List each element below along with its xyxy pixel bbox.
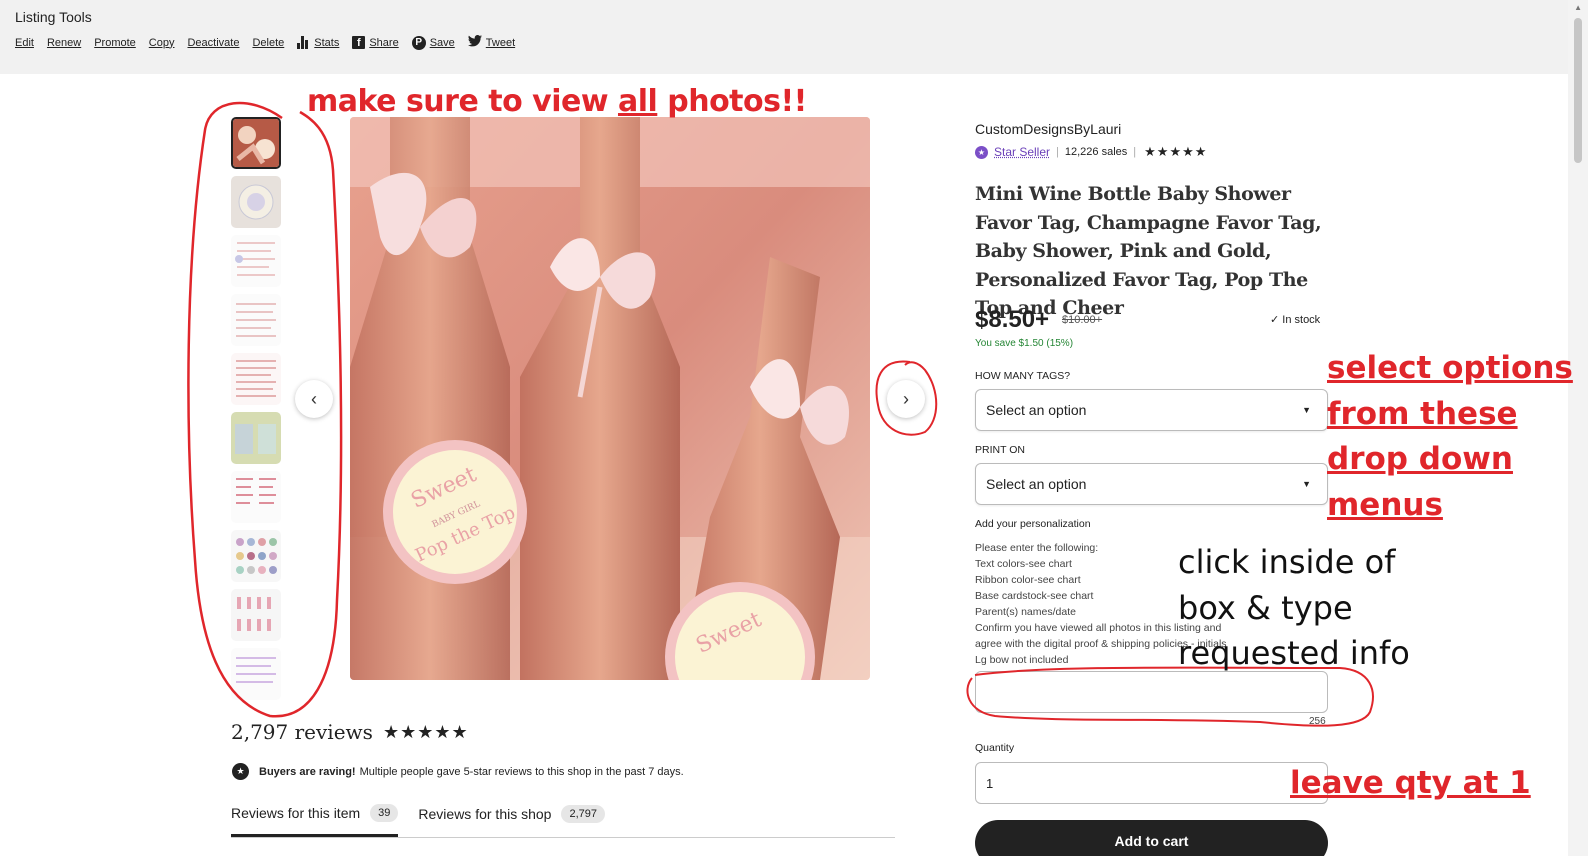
quantity-label: Quantity [975, 742, 1014, 754]
price: $8.50+ [975, 306, 1049, 334]
listing-title: Mini Wine Bottle Baby Shower Favor Tag, … [975, 180, 1325, 323]
pinterest-icon: P [412, 36, 426, 50]
tags-select-label: HOW MANY TAGS? [975, 370, 1070, 382]
tab-reviews-item[interactable]: Reviews for this item 39 [231, 800, 398, 837]
print-on-select[interactable]: Select an option ▼ [975, 463, 1328, 505]
shop-rating-stars-icon[interactable]: ★★★★★ [1144, 144, 1207, 160]
thumbnail-9[interactable] [231, 589, 281, 641]
tweet-label: Tweet [486, 37, 515, 49]
copy-link[interactable]: Copy [149, 37, 175, 49]
thumbnail-2[interactable] [231, 176, 281, 228]
personalization-textarea[interactable] [975, 671, 1328, 713]
rating-badge-icon: ★ [232, 763, 249, 780]
listing-tools-title: Listing Tools [15, 9, 92, 25]
divider: | [1056, 146, 1059, 158]
deactivate-link[interactable]: Deactivate [187, 37, 239, 49]
reviews-summary: 2,797 reviews ★★★★★ [231, 720, 469, 744]
character-counter: 256 [1309, 716, 1326, 727]
annotation-view-photos: make sure to view all photos!! [307, 84, 807, 119]
reviews-tabs: Reviews for this item 39 Reviews for thi… [231, 800, 895, 838]
seller-info: ★ Star Seller | 12,226 sales | ★★★★★ [975, 144, 1207, 160]
caret-down-icon: ▼ [1302, 405, 1311, 415]
thumbnail-10[interactable] [231, 648, 281, 700]
thumbnail-1[interactable] [231, 117, 281, 169]
twitter-icon [468, 35, 482, 50]
shop-name-link[interactable]: CustomDesignsByLauri [975, 121, 1121, 137]
annotation-line: select options [1327, 346, 1573, 392]
star-seller-icon: ★ [975, 146, 988, 159]
buyers-raving-banner: ★ Buyers are raving! Multiple people gav… [232, 763, 684, 780]
save-label: Save [430, 37, 455, 49]
scroll-thumb[interactable] [1574, 18, 1582, 163]
annotation-photos-pre: make sure to view [307, 84, 618, 119]
quantity-value: 1 [986, 776, 993, 791]
annotation-line: from these [1327, 392, 1573, 438]
thumbnail-3[interactable] [231, 235, 281, 287]
sales-count: 12,226 sales [1065, 146, 1127, 158]
tab-reviews-shop-count: 2,797 [561, 805, 605, 823]
reviews-count: 2,797 reviews [231, 720, 373, 744]
facebook-icon: f [352, 36, 365, 49]
save-link[interactable]: P Save [412, 36, 455, 50]
annotation-select-options: select options from these drop down menu… [1327, 346, 1573, 528]
add-to-cart-button[interactable]: Add to cart [975, 820, 1328, 856]
thumbnail-6[interactable] [231, 412, 281, 464]
quantity-input[interactable]: 1 [975, 762, 1328, 804]
stock-status: ✓ In stock [1270, 313, 1320, 326]
annotation-line: menus [1327, 483, 1573, 529]
previous-photo-button[interactable]: ‹ [295, 380, 333, 418]
tab-reviews-item-count: 39 [370, 804, 398, 822]
chevron-left-icon: ‹ [311, 389, 317, 410]
listing-tools-bar: Listing Tools Edit Renew Promote Copy De… [0, 0, 1568, 74]
annotation-photos-all: all [618, 84, 657, 119]
stats-label: Stats [314, 37, 339, 49]
scroll-up-arrow-icon[interactable]: ▲ [1574, 3, 1582, 12]
print-select-value: Select an option [986, 476, 1086, 492]
edit-link[interactable]: Edit [15, 37, 34, 49]
original-price: $10.00+ [1062, 314, 1102, 326]
listing-tools-links: Edit Renew Promote Copy Deactivate Delet… [15, 35, 528, 50]
renew-link[interactable]: Renew [47, 37, 81, 49]
annotation-click-inside: click inside of box & type requested inf… [1178, 540, 1410, 677]
how-many-tags-select[interactable]: Select an option ▼ [975, 389, 1328, 431]
chevron-right-icon: › [903, 389, 909, 410]
thumbnail-4[interactable] [231, 294, 281, 346]
savings-text: You save $1.50 (15%) [975, 338, 1073, 349]
thumbnail-7[interactable] [231, 471, 281, 523]
share-link[interactable]: f Share [352, 36, 398, 49]
main-product-image[interactable]: Sweet BABY GIRL Pop the Top Sweet [350, 117, 870, 680]
tab-reviews-shop-label: Reviews for this shop [418, 806, 551, 822]
tweet-link[interactable]: Tweet [468, 35, 515, 50]
annotation-line: click inside of [1178, 540, 1410, 586]
annotation-photos-post: photos!! [657, 84, 807, 119]
raving-title: Buyers are raving! [259, 766, 356, 778]
thumbnail-8[interactable] [231, 530, 281, 582]
stats-link[interactable]: Stats [297, 36, 339, 49]
annotation-line: drop down [1327, 437, 1573, 483]
delete-link[interactable]: Delete [252, 37, 284, 49]
annotation-leave-qty: leave qty at 1 [1290, 765, 1531, 801]
thumbnail-strip [231, 117, 281, 707]
tags-select-value: Select an option [986, 402, 1086, 418]
stock-label: In stock [1282, 314, 1320, 326]
annotation-line: box & type [1178, 586, 1410, 632]
tab-reviews-item-label: Reviews for this item [231, 805, 360, 821]
share-label: Share [369, 37, 398, 49]
thumbnail-5[interactable] [231, 353, 281, 405]
divider: | [1133, 146, 1136, 158]
print-on-label: PRINT ON [975, 444, 1025, 456]
personalization-label: Add your personalization [975, 518, 1091, 530]
reviews-stars-icon: ★★★★★ [383, 722, 469, 743]
annotation-line: requested info [1178, 631, 1410, 677]
promote-link[interactable]: Promote [94, 37, 136, 49]
caret-down-icon: ▼ [1302, 479, 1311, 489]
tab-reviews-shop[interactable]: Reviews for this shop 2,797 [418, 800, 605, 828]
checkmark-icon: ✓ [1270, 314, 1282, 326]
star-seller-link[interactable]: Star Seller [994, 145, 1050, 159]
next-photo-button[interactable]: › [887, 380, 925, 418]
stats-icon [297, 36, 309, 49]
raving-text: Multiple people gave 5-star reviews to t… [360, 766, 684, 778]
